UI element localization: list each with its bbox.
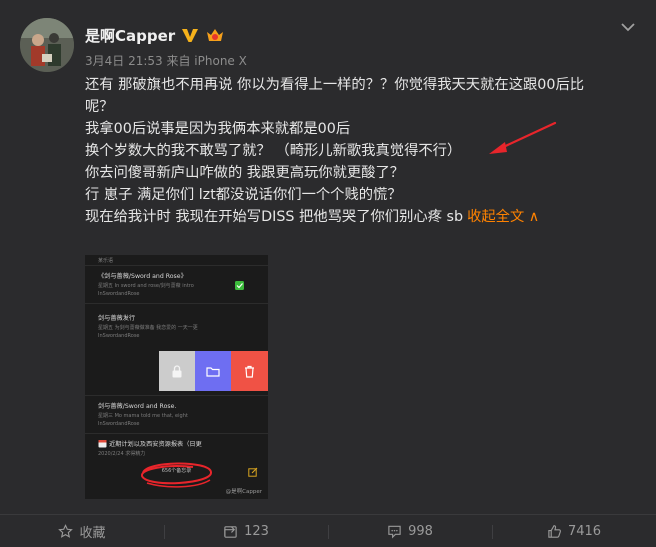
chevron-down-icon[interactable] (620, 18, 636, 32)
swipe-delete-button (231, 351, 268, 391)
weibo-post-card: 是啊Capper 3月4日 21:53 来自 iPhone X 还有 那破旗也不… (0, 0, 656, 547)
note-folder-tag: InSwordandRose (98, 333, 140, 339)
note-title: 近期计划以及西安资源报表（日更 (109, 441, 202, 448)
comment-button[interactable]: 998 (328, 515, 492, 547)
post-line: 现在给我计时 我现在开始写DISS 把他骂哭了你们别心疼 sb (85, 209, 464, 225)
red-arrow-annotation (489, 121, 557, 154)
author-row: 是啊Capper (85, 24, 225, 46)
repost-count: 123 (244, 523, 269, 539)
star-icon (58, 523, 74, 538)
thumbs-up-icon (548, 524, 561, 538)
lock-icon (172, 364, 182, 377)
swipe-folder-button (195, 351, 231, 391)
swipe-lock-button (159, 351, 195, 391)
member-crown-icon[interactable] (205, 26, 225, 44)
folder-icon (206, 366, 220, 377)
repost-icon (224, 525, 237, 538)
comment-count: 998 (408, 523, 433, 539)
watermark: @是啊Capper (225, 489, 262, 495)
divider (85, 265, 268, 266)
avatar[interactable] (20, 18, 74, 72)
note-folder-tag: InSwordandRose (98, 291, 140, 297)
comment-icon (388, 525, 401, 538)
attached-screenshot[interactable]: 某乐语 《剑与蔷薇/Sword and Rose》 星期五 In sword a… (85, 255, 268, 499)
collapse-label: 收起全文 (467, 209, 525, 225)
note-folder-tag: InSwordandRose (98, 421, 140, 427)
note-subtitle: 星期五 In sword and rose/剑与蔷薇 intro (98, 283, 194, 289)
collapse-link[interactable]: 收起全文 ∧ (467, 209, 539, 225)
post-line: 行 崽子 满足你们 lzt都没说话你们一个个贱的慌？ (85, 187, 402, 203)
screenshot-top-label: 某乐语 (98, 258, 114, 264)
username[interactable]: 是啊Capper (85, 25, 175, 46)
post-meta: 3月4日 21:53 来自 iPhone X (85, 54, 247, 68)
favorite-button[interactable]: 收藏 (0, 515, 164, 547)
divider (85, 303, 268, 304)
repost-button[interactable]: 123 (164, 515, 328, 547)
post-line-last: 现在给我计时 我现在开始写DISS 把他骂哭了你们别心疼 sb 收起全文 ∧ (85, 206, 630, 228)
note-title: 《剑与蔷薇/Sword and Rose》 (98, 273, 187, 280)
note-title: 剑与蔷薇发行 (98, 315, 136, 322)
action-bar: 收藏 123 998 7416 (0, 514, 656, 547)
post-line: 还有 那破旗也不用再说 你以为看得上一样的？？你觉得我天天就在这跟00后比 (85, 77, 585, 93)
divider (85, 433, 268, 434)
chevron-up-icon: ∧ (528, 209, 540, 225)
compose-icon (248, 467, 258, 477)
post-line: 呢？ (85, 99, 114, 115)
check-icon (235, 281, 244, 290)
like-count: 7416 (567, 523, 602, 539)
like-button[interactable]: 7416 (492, 515, 656, 547)
red-circle-annotation (141, 462, 212, 488)
note-subtitle: 星期五 为剑与蔷薇做准备 我恋爱的 一天一更 (98, 325, 198, 331)
note-subtitle: 星期三 Mo mama told me that, eight (98, 413, 188, 419)
favorite-label: 收藏 (79, 525, 106, 541)
calendar-icon (98, 440, 107, 448)
post-line: 你去问傻哥新庐山咋做的 我跟更高玩你就更酸了？ (85, 165, 405, 181)
divider (85, 395, 268, 396)
verified-v-icon (181, 27, 199, 43)
note-title: 剑与蔷薇/Sword and Rose. (98, 403, 177, 410)
trash-icon (245, 365, 254, 378)
note-subtitle: 2020/2/24 求得精力 (98, 451, 146, 457)
